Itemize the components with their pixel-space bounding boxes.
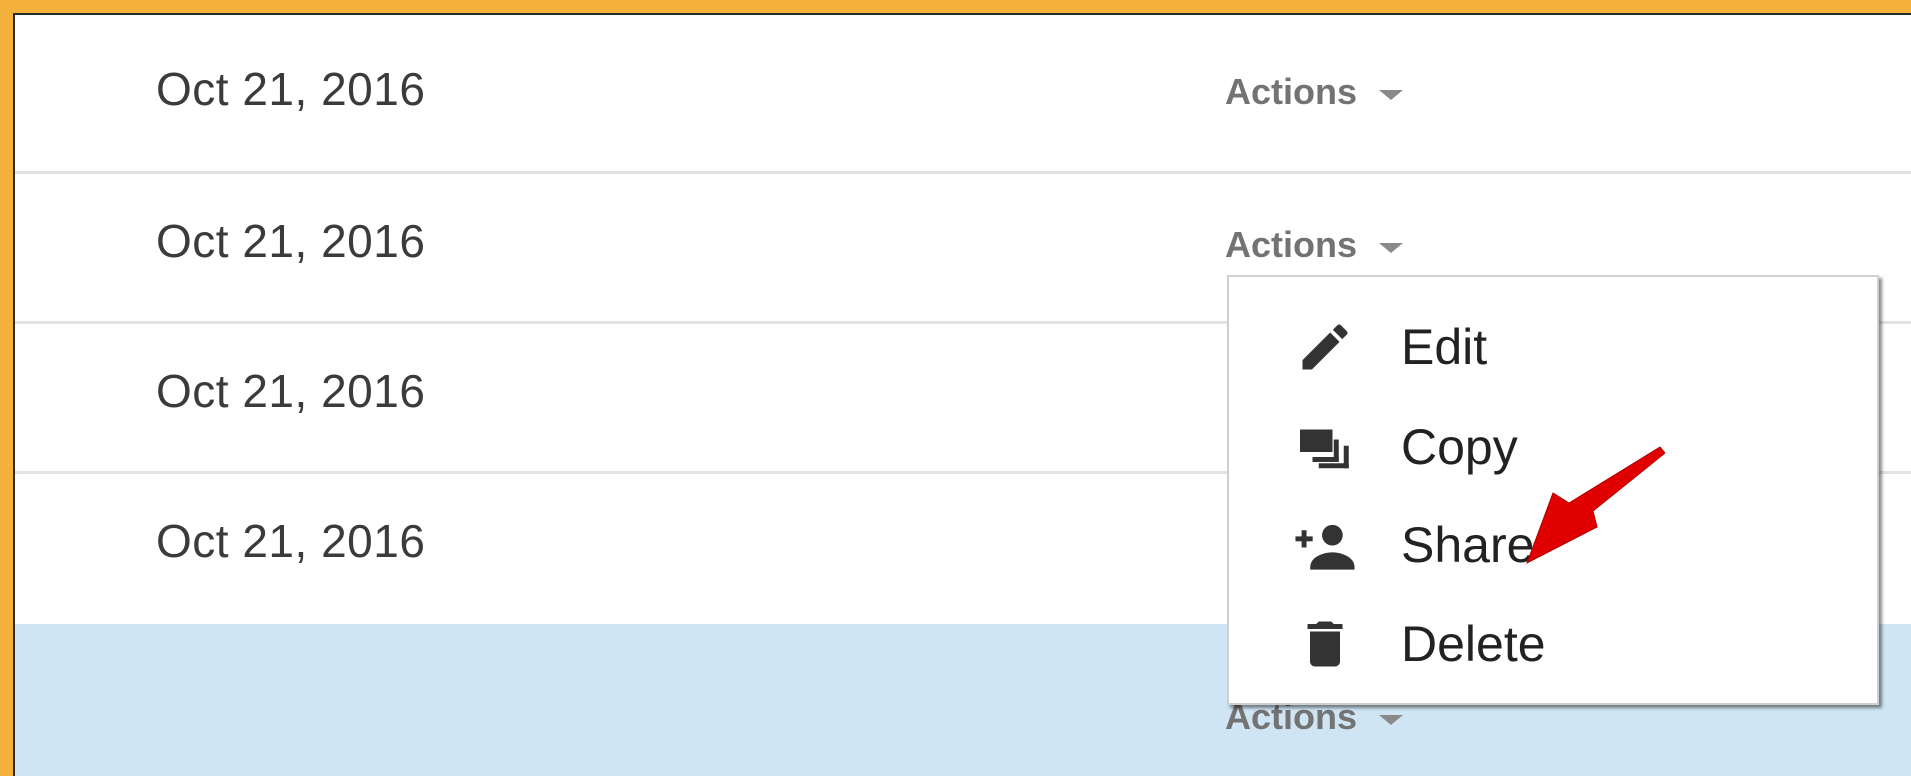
chevron-down-icon [1379, 90, 1404, 100]
trash-icon [1293, 612, 1357, 676]
row-date: Oct 21, 2016 [156, 215, 426, 267]
actions-label: Actions [1225, 224, 1358, 265]
row-date: Oct 21, 2016 [156, 63, 426, 115]
menu-item-delete[interactable]: Delete [1229, 599, 1877, 689]
menu-item-edit[interactable]: Edit [1229, 302, 1877, 392]
actions-dropdown[interactable]: Actions [1225, 71, 1404, 113]
table-row: Oct 21, 2016 Actions [15, 15, 1911, 165]
actions-dropdown[interactable]: Actions [1225, 224, 1404, 266]
actions-label: Actions [1225, 71, 1358, 112]
row-date: Oct 21, 2016 [156, 515, 426, 567]
pencil-icon [1293, 315, 1357, 379]
copy-icon [1293, 415, 1357, 479]
table-panel: Oct 21, 2016 Actions Oct 21, 2016 Action… [13, 13, 1911, 776]
row-date: Oct 21, 2016 [156, 365, 426, 417]
menu-item-label: Edit [1401, 319, 1488, 375]
chevron-down-icon [1379, 243, 1404, 253]
add-person-icon [1293, 513, 1357, 577]
menu-item-label: Delete [1401, 616, 1546, 672]
menu-item-label: Copy [1401, 419, 1518, 475]
annotation-arrow-icon [1526, 446, 1665, 565]
chevron-down-icon [1379, 715, 1404, 725]
